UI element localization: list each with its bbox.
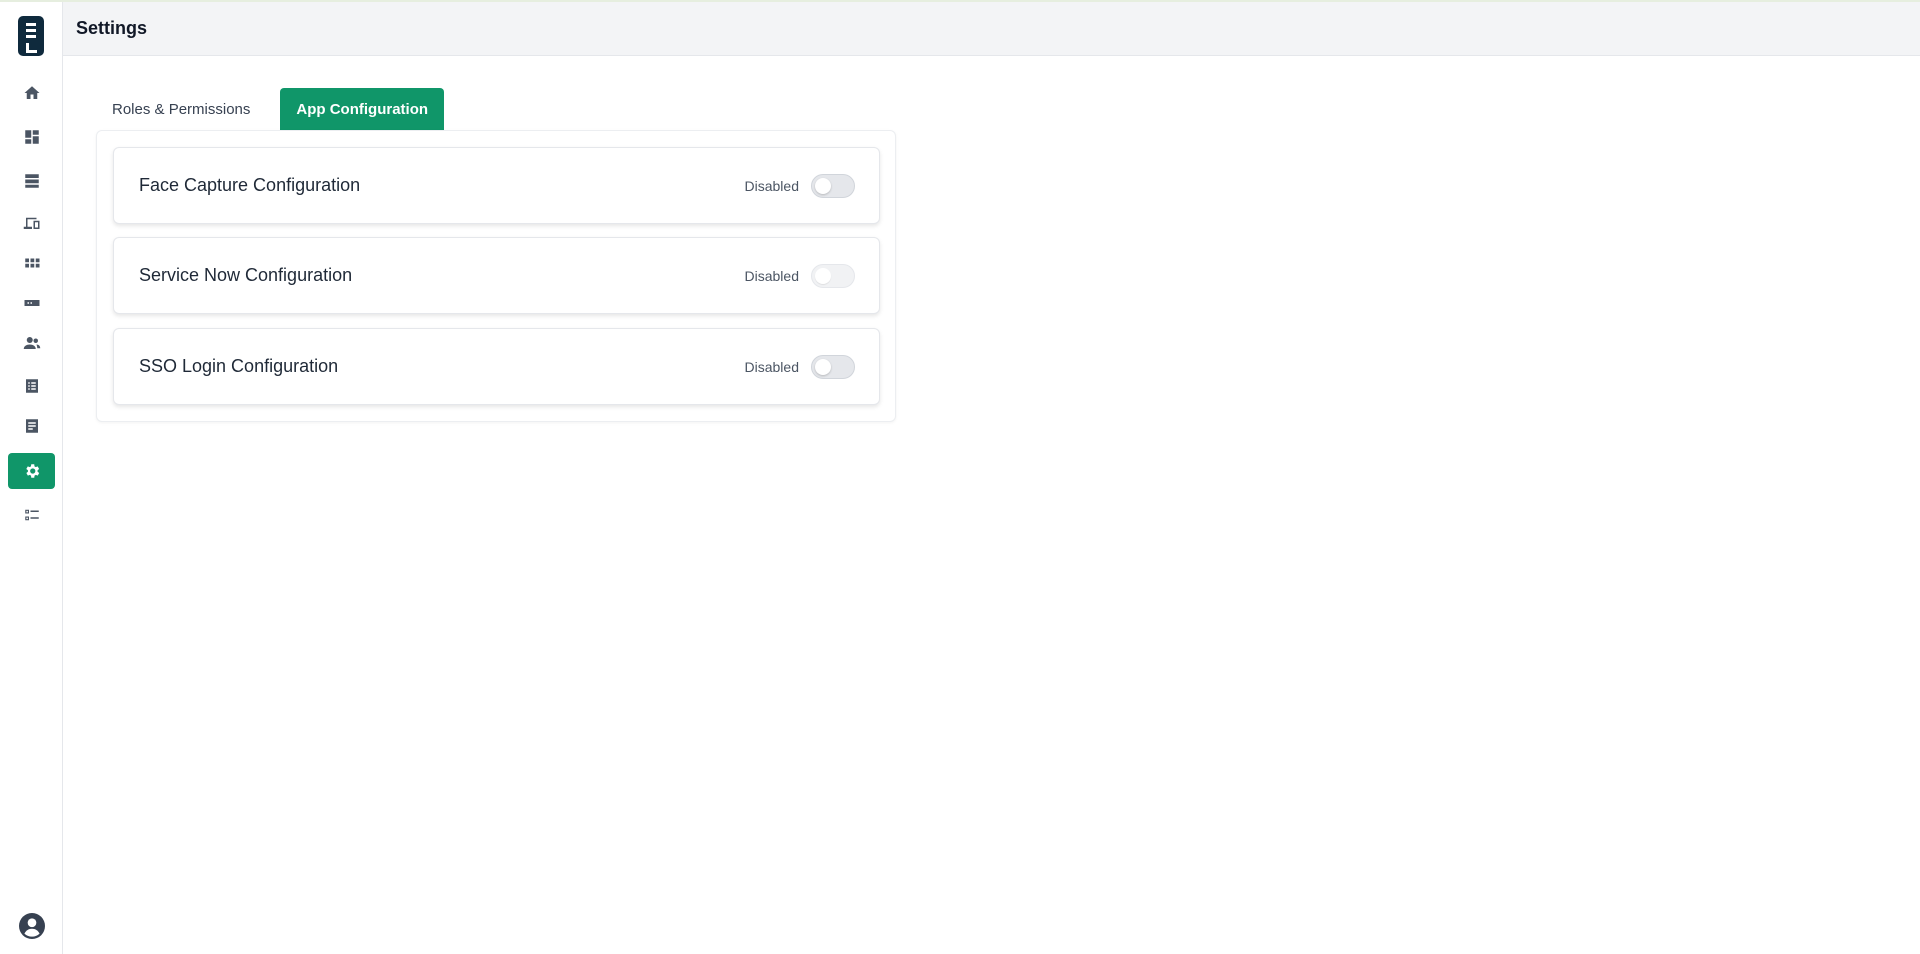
sidebar: [0, 2, 63, 954]
status-label: Disabled: [744, 177, 799, 194]
sidebar-item-settings[interactable]: [8, 453, 55, 489]
status-label: Disabled: [744, 267, 799, 284]
home-icon: [24, 86, 39, 99]
app-configuration-panel: Face Capture Configuration Disabled Serv…: [96, 130, 896, 422]
config-title: Face Capture Configuration: [139, 175, 361, 195]
users-icon: [23, 337, 40, 349]
settings-tabs: Roles & Permissions App Configuration: [96, 88, 445, 130]
tab-roles-permissions[interactable]: Roles & Permissions: [96, 88, 266, 130]
storage-icon: [24, 174, 39, 188]
status-label: Disabled: [744, 358, 799, 375]
tab-app-configuration[interactable]: App Configuration: [280, 88, 445, 130]
config-title: SSO Login Configuration: [139, 356, 339, 376]
sidebar-item-storage[interactable]: [8, 163, 55, 199]
sso-login-config-card: SSO Login Configuration Disabled: [113, 328, 880, 405]
gear-icon: [25, 464, 39, 478]
sidebar-item-apps[interactable]: [8, 245, 55, 281]
document-icon: [25, 419, 38, 433]
service-now-config-card: Service Now Configuration Disabled: [113, 237, 880, 314]
sidebar-item-credential[interactable]: [8, 285, 55, 321]
face-capture-toggle[interactable]: [811, 173, 855, 198]
config-title: Service Now Configuration: [139, 265, 353, 285]
page-header: Settings: [63, 2, 1920, 56]
service-now-toggle[interactable]: [811, 263, 855, 288]
toggle-knob: [815, 358, 831, 375]
sidebar-item-dashboard[interactable]: [8, 119, 55, 155]
sidebar-item-list[interactable]: [8, 368, 55, 404]
page-title: Settings: [76, 18, 148, 38]
toggle-knob: [815, 267, 831, 284]
face-capture-config-card: Face Capture Configuration Disabled: [113, 147, 880, 224]
devices-icon: [23, 217, 39, 229]
sidebar-item-devices[interactable]: [8, 205, 55, 241]
apps-grid-icon: [24, 258, 39, 268]
sso-login-toggle[interactable]: [811, 354, 855, 379]
toggle-knob: [815, 177, 831, 194]
sidebar-item-home[interactable]: [8, 75, 55, 111]
user-circle-icon: [19, 913, 45, 939]
list-icon: [25, 379, 38, 393]
sidebar-item-reports[interactable]: [8, 408, 55, 444]
card-icon: [24, 300, 39, 306]
app-logo[interactable]: [18, 16, 44, 56]
user-avatar[interactable]: [19, 913, 45, 939]
sidebar-item-checklist[interactable]: [8, 497, 55, 533]
sidebar-item-users[interactable]: [8, 325, 55, 361]
dashboard-icon: [24, 130, 39, 144]
checklist-icon: [24, 509, 39, 521]
